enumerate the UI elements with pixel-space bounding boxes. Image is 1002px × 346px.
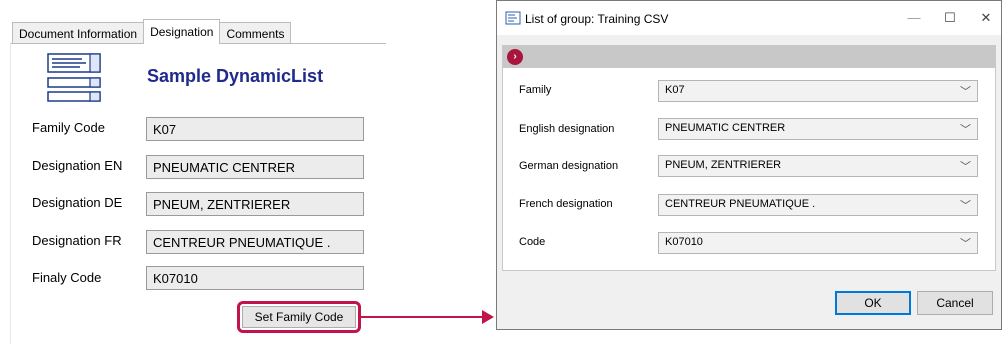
tab-comments[interactable]: Comments: [219, 22, 292, 44]
designation-de-label: Designation DE: [32, 195, 123, 210]
chevron-down-icon: ﹀: [960, 124, 971, 136]
chevron-down-icon: ﹀: [960, 200, 971, 212]
code-select-value: K07010: [665, 236, 703, 248]
designation-panel: Document Information Designation Comment…: [0, 0, 494, 346]
code-select[interactable]: K07010 ﹀: [658, 232, 978, 254]
french-designation-label: French designation: [519, 198, 613, 210]
cancel-button[interactable]: Cancel: [917, 291, 993, 315]
close-icon[interactable]: ✕: [971, 7, 1001, 29]
tab-document-information[interactable]: Document Information: [12, 22, 145, 44]
designation-fr-label: Designation FR: [32, 233, 122, 248]
english-designation-label: English designation: [519, 123, 615, 135]
chevron-down-icon: ﹀: [960, 238, 971, 250]
designation-en-label: Designation EN: [32, 158, 123, 173]
family-code-label: Family Code: [32, 120, 105, 135]
family-label: Family: [519, 84, 552, 96]
family-select[interactable]: K07 ﹀: [658, 80, 978, 102]
arrow-right-icon: [482, 310, 494, 324]
code-label: Code: [519, 236, 546, 248]
dialog-title: List of group: Training CSV: [525, 12, 669, 26]
finaly-code-field[interactable]: K07010: [146, 266, 364, 290]
chevron-right-icon[interactable]: ›: [507, 49, 523, 65]
callout-arrow-line: [361, 316, 485, 318]
list-window-icon: [505, 11, 521, 25]
minimize-icon[interactable]: —: [899, 7, 929, 29]
family-select-value: K07: [665, 84, 685, 96]
chevron-down-icon: ﹀: [960, 161, 971, 173]
group-header: ›: [503, 46, 995, 68]
list-of-group-dialog: List of group: Training CSV — ☐ ✕ › Fami…: [496, 0, 1002, 330]
set-family-code-button[interactable]: Set Family Code: [242, 306, 356, 328]
dialog-titlebar[interactable]: List of group: Training CSV — ☐ ✕: [497, 1, 1001, 35]
ok-button[interactable]: OK: [835, 291, 911, 315]
designation-fr-field[interactable]: CENTREUR PNEUMATIQUE .: [146, 230, 364, 254]
german-designation-value: PNEUM, ZENTRIERER: [665, 159, 782, 171]
tab-designation[interactable]: Designation: [143, 19, 221, 44]
german-designation-select[interactable]: PNEUM, ZENTRIERER ﹀: [658, 155, 978, 177]
maximize-icon[interactable]: ☐: [935, 7, 965, 29]
german-designation-label: German designation: [519, 160, 619, 172]
fields-group: › Family K07 ﹀ English designation PNEUM…: [502, 45, 996, 271]
dynamic-list-icon: [47, 53, 101, 102]
english-designation-select[interactable]: PNEUMATIC CENTRER ﹀: [658, 118, 978, 140]
english-designation-value: PNEUMATIC CENTRER: [665, 122, 786, 134]
french-designation-select[interactable]: CENTREUR PNEUMATIQUE . ﹀: [658, 194, 978, 216]
chevron-down-icon: ﹀: [960, 86, 971, 98]
button-highlight-frame: Set Family Code: [237, 301, 361, 333]
tab-strip: Document Information Designation Comment…: [12, 19, 292, 44]
family-code-field[interactable]: K07: [146, 117, 364, 141]
french-designation-value: CENTREUR PNEUMATIQUE .: [665, 198, 816, 210]
designation-en-field[interactable]: PNEUMATIC CENTRER: [146, 155, 364, 179]
designation-de-field[interactable]: PNEUM, ZENTRIERER: [146, 192, 364, 216]
finaly-code-label: Finaly Code: [32, 270, 102, 285]
page-title: Sample DynamicList: [147, 66, 324, 86]
